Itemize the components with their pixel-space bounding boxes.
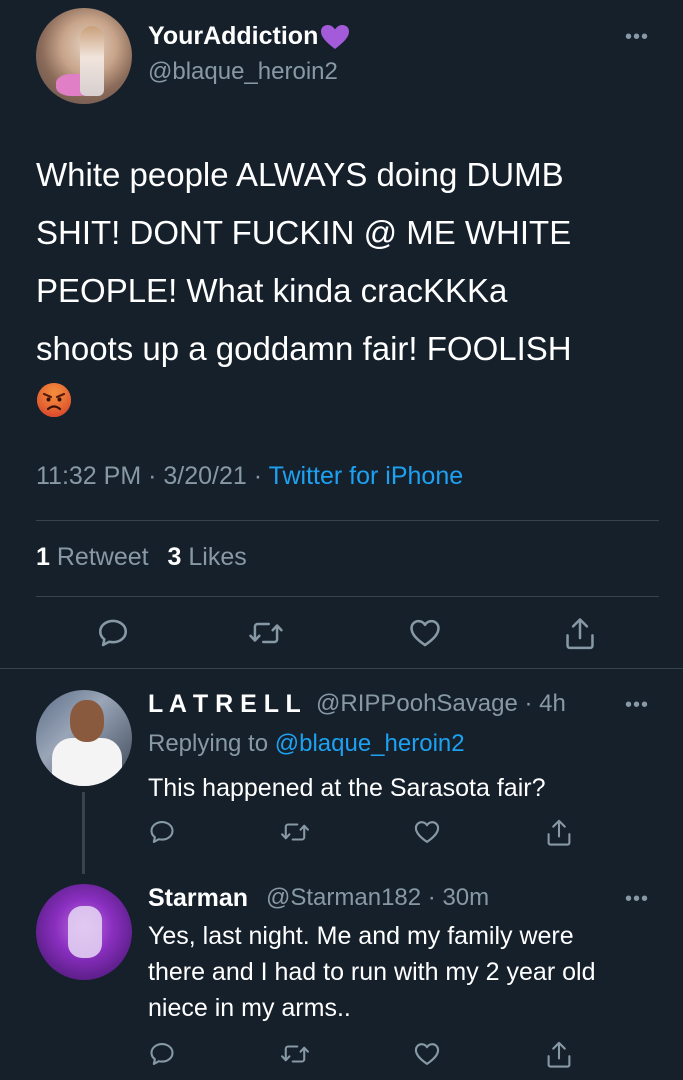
tweet-thread-page: YourAddiction @blaque_heroin2 ••• White … [0,0,683,1080]
divider [36,520,659,521]
reply-text: Yes, last night. Me and my family were t… [148,918,668,1026]
divider [36,596,659,597]
time-separator: · [427,884,436,911]
tweet-text-line: shoots up a goddamn fair! FOOLISH [36,330,572,367]
handle-and-time: @Starman182 · 30m [266,884,489,912]
reply-icon[interactable] [148,1040,176,1068]
tweet-meta: 11:32 PM · 3/20/21 · Twitter for iPhone [36,462,463,491]
main-tweet: YourAddiction @blaque_heroin2 ••• White … [0,0,683,668]
main-tweet-actions [0,616,683,656]
tweet-text-line: White people ALWAYS doing DUMB [36,156,564,193]
divider [0,668,683,669]
avatar-figure [80,26,104,96]
handle[interactable]: @RIPPoohSavage [316,690,518,717]
retweet-icon[interactable] [280,818,310,846]
reply-text-line: niece in my arms.. [148,994,351,1022]
angry-face-icon [37,383,71,417]
more-icon[interactable]: ••• [625,26,649,49]
tweet-source-link[interactable]: Twitter for iPhone [269,462,464,490]
like-icon[interactable] [413,1040,441,1068]
tweet-date: 3/20/21 [163,462,247,490]
reply-text-line: there and I had to run with my 2 year ol… [148,958,596,986]
like-label[interactable]: Likes [188,543,246,571]
avatar[interactable] [36,690,132,786]
replying-prefix: Replying to [148,730,269,757]
avatar-face [70,700,104,742]
avatar[interactable] [36,8,132,104]
more-icon[interactable]: ••• [625,888,649,911]
reply-time[interactable]: 30m [442,884,489,911]
reply-icon[interactable] [148,818,176,846]
tweet-stats: 1 Retweet 3 Likes [36,543,247,572]
display-name[interactable]: Starman [148,884,248,913]
retweet-icon[interactable] [280,1040,310,1068]
share-icon[interactable] [545,818,573,848]
purple-heart-icon [321,24,350,49]
display-name[interactable]: L A T R E L L [148,690,301,719]
reply-actions [0,818,683,858]
handle[interactable]: @Starman182 [266,884,421,911]
like-count[interactable]: 3 [168,543,182,571]
avatar-shirt [52,738,122,786]
share-icon[interactable] [545,1040,573,1070]
reply-text-line: This happened at the Sarasota fair? [148,774,546,802]
tweet-text: White people ALWAYS doing DUMB SHIT! DON… [36,146,656,424]
display-name[interactable]: YourAddiction [148,22,318,51]
reply-actions [0,1040,683,1080]
share-icon[interactable] [563,616,597,652]
reply-text-line: Yes, last night. Me and my family were [148,922,574,950]
tweet-text-line: PEOPLE! What kinda cracKKKa [36,272,508,309]
tweet-text-line: SHIT! DONT FUCKIN @ ME WHITE [36,214,572,251]
reply-time[interactable]: 4h [539,690,566,717]
meta-separator: · [253,462,269,490]
time-separator: · [524,690,533,717]
reply-text: This happened at the Sarasota fair? [148,770,668,806]
reply-icon[interactable] [96,616,130,650]
retweet-count[interactable]: 1 [36,543,50,571]
meta-separator: · [148,462,164,490]
like-icon[interactable] [408,616,442,650]
like-icon[interactable] [413,818,441,846]
retweet-icon[interactable] [248,616,284,650]
retweet-label[interactable]: Retweet [57,543,149,571]
avatar[interactable] [36,884,132,980]
replying-to: Replying to @blaque_heroin2 [148,730,465,758]
replying-to-mention[interactable]: @blaque_heroin2 [275,730,465,757]
tweet-time: 11:32 PM [36,462,142,490]
avatar-astronaut [68,906,102,958]
more-icon[interactable]: ••• [625,694,649,717]
handle[interactable]: @blaque_heroin2 [148,58,338,86]
display-name-row[interactable]: YourAddiction [148,22,350,51]
handle-and-time: @RIPPoohSavage · 4h [316,690,566,718]
